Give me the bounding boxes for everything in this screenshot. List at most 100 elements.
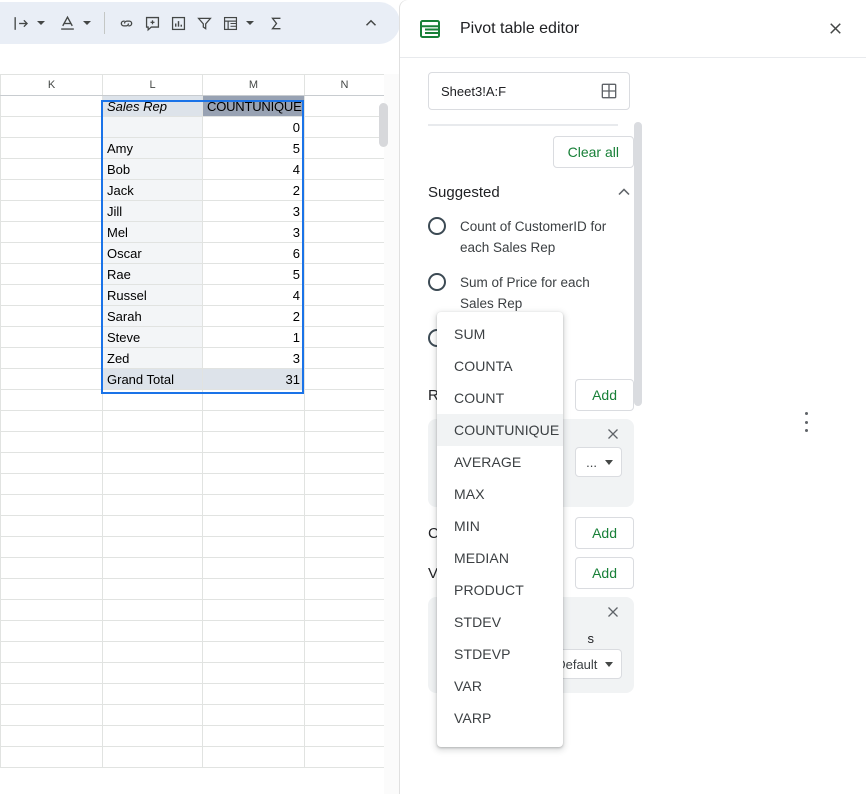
cell-empty[interactable] — [103, 411, 203, 432]
cell-empty[interactable] — [203, 726, 305, 747]
menu-item-countunique[interactable]: COUNTUNIQUE — [437, 414, 563, 446]
cell-empty[interactable] — [305, 747, 385, 768]
pivot-row-label[interactable]: Steve — [103, 327, 203, 348]
pivot-row-label[interactable]: Jill — [103, 201, 203, 222]
add-column-button[interactable]: Add — [575, 517, 634, 549]
cell-empty[interactable] — [203, 600, 305, 621]
pivot-row-label[interactable]: Sarah — [103, 306, 203, 327]
cell-n[interactable] — [305, 264, 385, 285]
cell-empty[interactable] — [103, 495, 203, 516]
cell-empty[interactable] — [1, 663, 103, 684]
pivot-table-dropdown-caret[interactable] — [243, 9, 257, 37]
cell-empty[interactable] — [1, 726, 103, 747]
clear-all-button[interactable]: Clear all — [553, 136, 634, 168]
panel-drag-handle[interactable] — [800, 410, 812, 434]
cell-empty[interactable] — [1, 516, 103, 537]
cell-n[interactable] — [305, 369, 385, 390]
menu-item-stdev[interactable]: STDEV — [437, 606, 563, 638]
cell-k[interactable] — [1, 222, 103, 243]
create-filter-icon[interactable] — [191, 9, 217, 37]
menu-item-count[interactable]: COUNT — [437, 382, 563, 414]
cell-empty[interactable] — [203, 432, 305, 453]
pivot-row-label[interactable]: Russel — [103, 285, 203, 306]
pivot-row-label[interactable]: Oscar — [103, 243, 203, 264]
cell-empty[interactable] — [1, 411, 103, 432]
cell-empty[interactable] — [305, 558, 385, 579]
column-header-m[interactable]: M — [203, 75, 305, 96]
cell-empty[interactable] — [305, 705, 385, 726]
text-wrapping-icon[interactable] — [8, 9, 34, 37]
cell-empty[interactable] — [305, 411, 385, 432]
cell-empty[interactable] — [1, 453, 103, 474]
pivot-row-value[interactable]: 3 — [203, 222, 305, 243]
cell-empty[interactable] — [103, 747, 203, 768]
cell-empty[interactable] — [1, 642, 103, 663]
cell-n[interactable] — [305, 222, 385, 243]
cell-empty[interactable] — [203, 642, 305, 663]
cell-empty[interactable] — [1, 747, 103, 768]
cell-empty[interactable] — [305, 390, 385, 411]
pivot-row-label[interactable]: Jack — [103, 180, 203, 201]
cell-empty[interactable] — [203, 684, 305, 705]
sheet-scrollbar-thumb[interactable] — [379, 103, 388, 147]
pivot-row-value[interactable]: 5 — [203, 138, 305, 159]
cell-empty[interactable] — [305, 432, 385, 453]
pivot-row-value[interactable]: 3 — [203, 348, 305, 369]
pivot-row-label[interactable]: Amy — [103, 138, 203, 159]
cell-empty[interactable] — [203, 537, 305, 558]
pivot-total-value[interactable]: 31 — [203, 369, 305, 390]
radio-icon[interactable] — [428, 217, 446, 235]
cell-empty[interactable] — [305, 726, 385, 747]
pivot-row-value[interactable]: 3 — [203, 201, 305, 222]
menu-item-counta[interactable]: COUNTA — [437, 350, 563, 382]
cell-empty[interactable] — [203, 390, 305, 411]
close-icon[interactable] — [604, 425, 626, 447]
pivot-row-value[interactable]: 0 — [203, 117, 305, 138]
cell-empty[interactable] — [103, 705, 203, 726]
close-icon[interactable] — [604, 603, 626, 625]
cell-k[interactable] — [1, 285, 103, 306]
pivot-table-icon[interactable] — [217, 9, 243, 37]
cell-empty[interactable] — [1, 474, 103, 495]
pivot-row-value[interactable]: 1 — [203, 327, 305, 348]
pivot-row-value[interactable]: 4 — [203, 285, 305, 306]
cell-empty[interactable] — [203, 411, 305, 432]
cell-n[interactable] — [305, 138, 385, 159]
radio-icon[interactable] — [428, 273, 446, 291]
menu-item-product[interactable]: PRODUCT — [437, 574, 563, 606]
pivot-row-value[interactable]: 4 — [203, 159, 305, 180]
cell-empty[interactable] — [103, 600, 203, 621]
data-range-input[interactable]: Sheet3!A:F — [428, 72, 630, 110]
cell-empty[interactable] — [305, 684, 385, 705]
cell-n[interactable] — [305, 243, 385, 264]
cell-n[interactable] — [305, 306, 385, 327]
text-color-dropdown-caret[interactable] — [80, 9, 94, 37]
cell-n[interactable] — [305, 201, 385, 222]
summarize-by-dropdown-menu[interactable]: SUMCOUNTACOUNTCOUNTUNIQUEAVERAGEMAXMINME… — [437, 312, 563, 747]
cell-empty[interactable] — [103, 537, 203, 558]
pivot-row-label[interactable]: Mel — [103, 222, 203, 243]
cell-empty[interactable] — [103, 726, 203, 747]
cell-k[interactable] — [1, 306, 103, 327]
text-wrapping-dropdown-caret[interactable] — [34, 9, 48, 37]
menu-item-max[interactable]: MAX — [437, 478, 563, 510]
pivot-header-value[interactable]: COUNTUNIQUE — [203, 96, 305, 117]
cell-empty[interactable] — [103, 390, 203, 411]
pivot-row-label[interactable]: Bob — [103, 159, 203, 180]
cell-k[interactable] — [1, 327, 103, 348]
cell-n[interactable] — [305, 117, 385, 138]
cell-k[interactable] — [1, 117, 103, 138]
insert-link-icon[interactable] — [113, 9, 139, 37]
text-color-icon[interactable] — [54, 9, 80, 37]
pivot-row-value[interactable]: 5 — [203, 264, 305, 285]
cell-empty[interactable] — [305, 495, 385, 516]
pivot-row-label[interactable] — [103, 117, 203, 138]
chevron-up-icon[interactable] — [614, 182, 634, 202]
cell-k[interactable] — [1, 138, 103, 159]
editor-scrollbar-thumb[interactable] — [634, 122, 642, 406]
cell-empty[interactable] — [203, 558, 305, 579]
collapse-toolbar-chevron-up-icon[interactable] — [356, 9, 386, 37]
suggested-item-1[interactable]: Sum of Price for each Sales Rep — [400, 258, 648, 314]
cell-empty[interactable] — [305, 663, 385, 684]
menu-item-average[interactable]: AVERAGE — [437, 446, 563, 478]
